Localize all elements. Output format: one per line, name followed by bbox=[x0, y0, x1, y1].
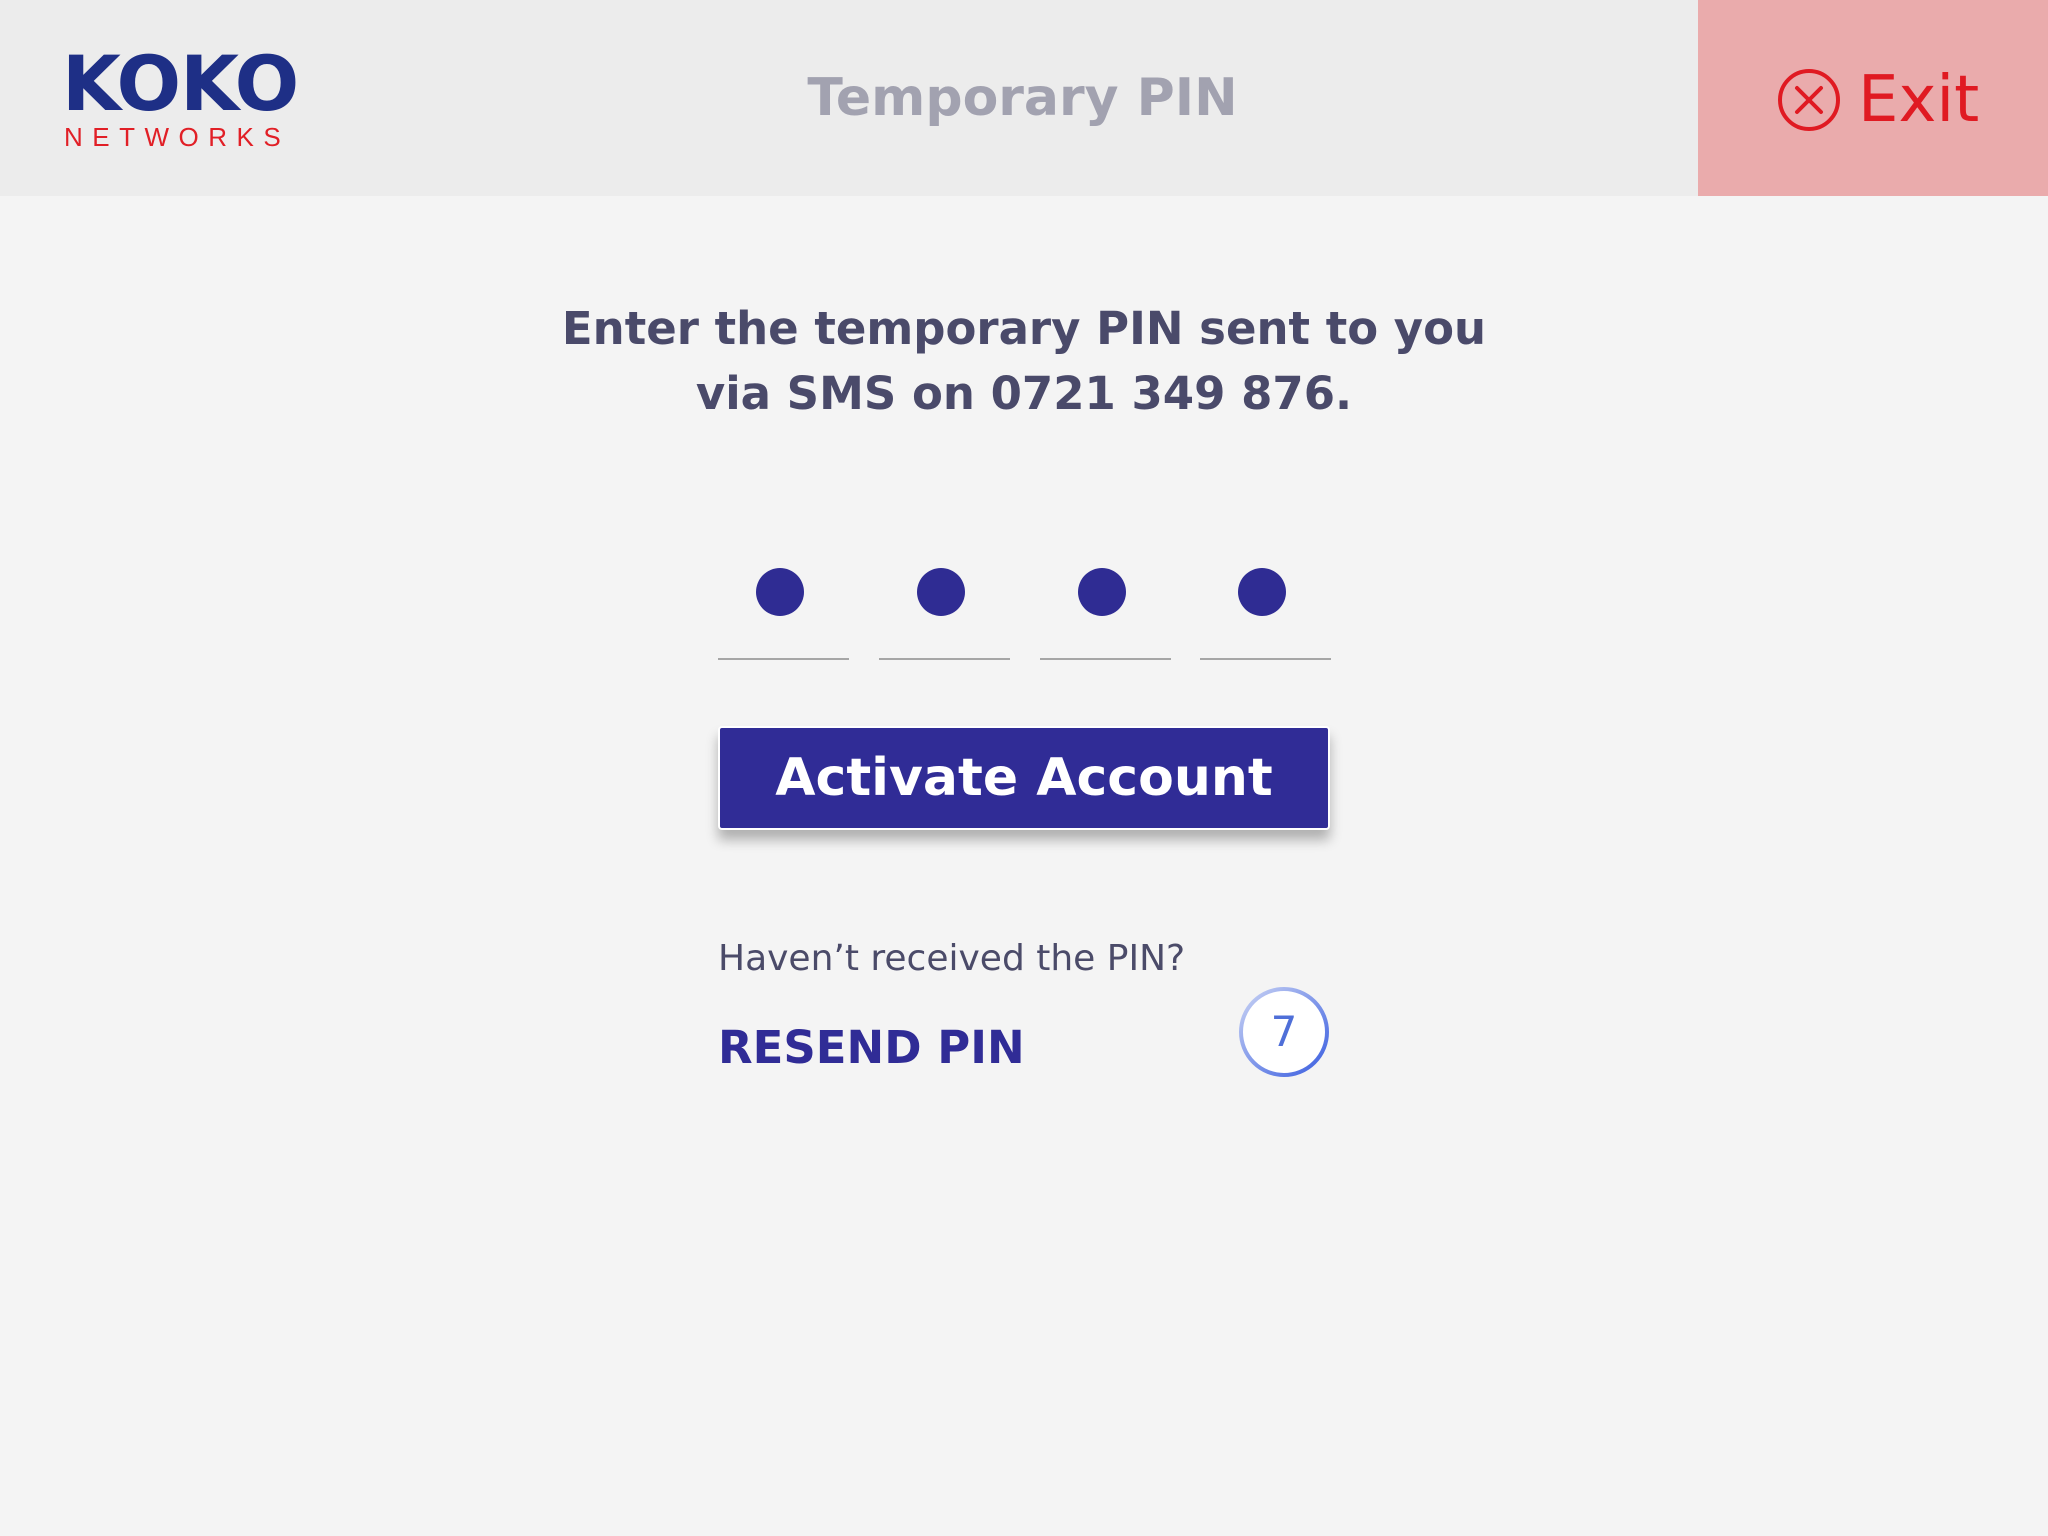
pin-filled-dot bbox=[917, 568, 965, 616]
countdown-value: 7 bbox=[1270, 1007, 1298, 1056]
instruction-line-2: via SMS on 0721 349 876. bbox=[695, 367, 1353, 420]
logo-wordmark: KOKO bbox=[62, 39, 299, 128]
pin-digit-3[interactable] bbox=[1040, 560, 1171, 660]
pin-filled-dot bbox=[1238, 568, 1286, 616]
pin-underline bbox=[1040, 658, 1171, 660]
pin-underline bbox=[879, 658, 1010, 660]
app-header: KOKO NETWORKS Temporary PIN Exit bbox=[0, 0, 2048, 196]
exit-label: Exit bbox=[1858, 63, 1980, 137]
page-title: Temporary PIN bbox=[807, 68, 1238, 128]
resend-pin-link[interactable]: RESEND PIN bbox=[718, 1018, 1025, 1078]
pin-digit-2[interactable] bbox=[879, 560, 1010, 660]
pin-instruction: Enter the temporary PIN sent to you via … bbox=[474, 296, 1574, 426]
resend-countdown-timer: 7 bbox=[1238, 986, 1330, 1078]
close-circle-icon bbox=[1777, 68, 1841, 132]
logo-subtitle: NETWORKS bbox=[64, 122, 291, 152]
exit-button[interactable]: Exit bbox=[1698, 0, 2048, 196]
pin-filled-dot bbox=[756, 568, 804, 616]
koko-networks-logo: KOKO NETWORKS bbox=[62, 46, 322, 156]
pin-underline bbox=[718, 658, 849, 660]
instruction-line-1: Enter the temporary PIN sent to you bbox=[561, 302, 1487, 355]
resend-question: Haven’t received the PIN? bbox=[718, 938, 1186, 979]
pin-underline bbox=[1200, 658, 1331, 660]
activate-account-button[interactable]: Activate Account bbox=[718, 726, 1330, 830]
pin-digit-4[interactable] bbox=[1200, 560, 1331, 660]
pin-filled-dot bbox=[1078, 568, 1126, 616]
pin-digit-1[interactable] bbox=[718, 560, 849, 660]
